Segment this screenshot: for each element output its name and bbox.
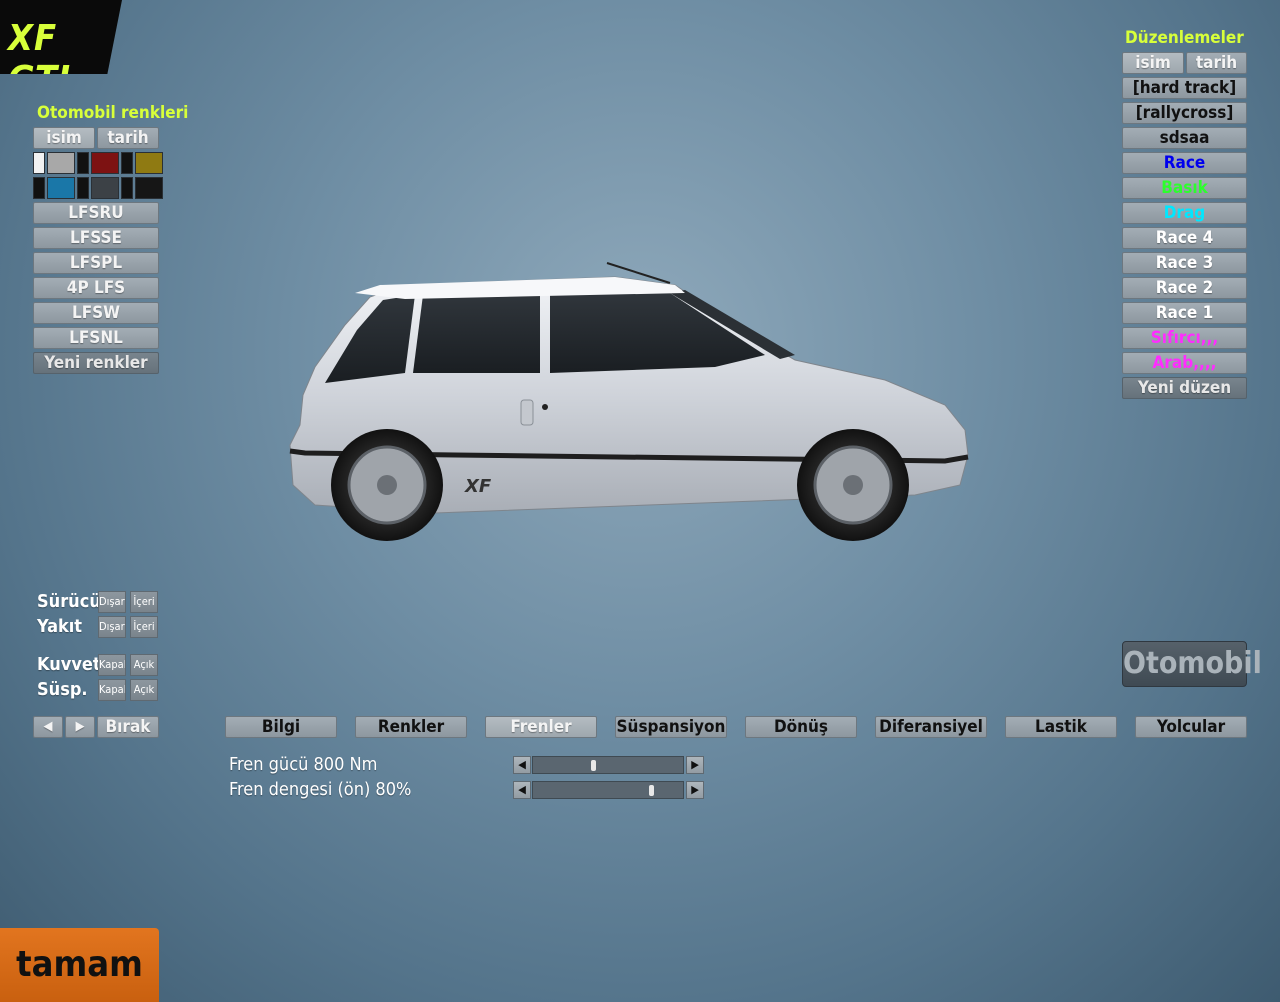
tab-7[interactable]: Lastik <box>1005 716 1117 738</box>
car-preview: XF <box>289 262 969 541</box>
tab-2[interactable]: Renkler <box>355 716 467 738</box>
setup-item[interactable]: Sıfırcı,,, <box>1122 327 1247 349</box>
tab-1[interactable]: Bilgi <box>225 716 337 738</box>
color-preset-item[interactable]: LFSNL <box>33 327 159 349</box>
fuel-in-button[interactable]: İçeri <box>130 616 158 638</box>
tab-4[interactable]: Süspansiyon <box>615 716 727 738</box>
force-on-button[interactable]: Açık <box>130 654 158 676</box>
setup-item[interactable]: Race 4 <box>1122 227 1247 249</box>
color-swatch[interactable] <box>135 152 163 174</box>
car-model-badge: XF <box>464 476 492 497</box>
fuel-out-button[interactable]: Dışarı <box>98 616 126 638</box>
colors-sort-date-button[interactable]: tarih <box>97 127 159 149</box>
tab-5[interactable]: Dönüş <box>745 716 857 738</box>
color-swatch[interactable] <box>91 177 119 199</box>
color-swatch[interactable] <box>47 177 75 199</box>
color-swatch[interactable] <box>77 177 89 199</box>
fuel-label: Yakıt <box>37 616 83 637</box>
color-preset-item[interactable]: LFSSE <box>33 227 159 249</box>
setup-item[interactable]: Race 1 <box>1122 302 1247 324</box>
brake-balance-label: Fren dengesi (ön) 80% <box>229 779 412 800</box>
tab-8[interactable]: Yolcular <box>1135 716 1247 738</box>
color-swatch[interactable] <box>91 152 119 174</box>
color-swatch[interactable] <box>33 152 45 174</box>
color-swatch[interactable] <box>121 152 133 174</box>
brake-force-thumb[interactable] <box>591 760 596 771</box>
color-swatch[interactable] <box>77 152 89 174</box>
new-setup-button[interactable]: Yeni düzen <box>1122 377 1247 399</box>
new-colors-button[interactable]: Yeni renkler <box>33 352 159 374</box>
car-title: XF GTI <box>8 18 72 100</box>
setup-item[interactable]: Race 2 <box>1122 277 1247 299</box>
setup-item[interactable]: sdsaa <box>1122 127 1247 149</box>
driver-out-button[interactable]: Dışarı <box>98 591 126 613</box>
color-swatch[interactable] <box>47 152 75 174</box>
color-swatch[interactable] <box>33 177 45 199</box>
color-swatch[interactable] <box>135 177 163 199</box>
force-off-button[interactable]: Kapalı <box>98 654 126 676</box>
brake-force-increase-icon[interactable]: ▶ <box>686 756 704 774</box>
setup-item[interactable]: Arab,,,, <box>1122 352 1247 374</box>
color-preset-item[interactable]: LFSPL <box>33 252 159 274</box>
setup-item[interactable]: Drag <box>1122 202 1247 224</box>
susp-off-button[interactable]: Kapalı <box>98 679 126 701</box>
brake-force-slider[interactable] <box>532 756 684 774</box>
tab-6[interactable]: Diferansiyel <box>875 716 987 738</box>
colors-header: Otomobil renkleri <box>37 103 189 123</box>
setup-item[interactable]: Race <box>1122 152 1247 174</box>
driver-in-button[interactable]: İçeri <box>130 591 158 613</box>
color-preset-item[interactable]: LFSRU <box>33 202 159 224</box>
setup-item[interactable]: [rallycross] <box>1122 102 1247 124</box>
brake-force-label: Fren gücü 800 Nm <box>229 754 378 775</box>
tab-3[interactable]: Frenler <box>485 716 597 738</box>
setups-sort-date-button[interactable]: tarih <box>1186 52 1247 74</box>
setups-sort-name-button[interactable]: isim <box>1122 52 1184 74</box>
color-preset-item[interactable]: 4P LFS <box>33 277 159 299</box>
colors-sort-name-button[interactable]: isim <box>33 127 95 149</box>
setup-item[interactable]: [hard track] <box>1122 77 1247 99</box>
prev-arrow-icon[interactable]: ◀ <box>33 716 63 738</box>
setups-header: Düzenlemeler <box>1125 28 1244 48</box>
setup-item[interactable]: Race 3 <box>1122 252 1247 274</box>
susp-on-button[interactable]: Açık <box>130 679 158 701</box>
force-label: Kuvvet <box>37 654 101 675</box>
driver-label: Sürücü <box>37 591 101 612</box>
otomobil-button[interactable]: Otomobil <box>1122 641 1262 687</box>
ok-button[interactable]: tamam <box>0 928 159 1002</box>
car-title-logo: XF GTI <box>0 0 122 74</box>
color-preset-item[interactable]: LFSW <box>33 302 159 324</box>
brake-balance-thumb[interactable] <box>649 785 654 796</box>
susp-label: Süsp. <box>37 679 88 700</box>
drop-button[interactable]: Bırak <box>97 716 159 738</box>
brake-balance-increase-icon[interactable]: ▶ <box>686 781 704 799</box>
setup-item[interactable]: Basık <box>1122 177 1247 199</box>
brake-balance-slider[interactable] <box>532 781 684 799</box>
color-swatch[interactable] <box>121 177 133 199</box>
brake-force-decrease-icon[interactable]: ◀ <box>513 756 531 774</box>
next-arrow-icon[interactable]: ▶ <box>65 716 95 738</box>
brake-balance-decrease-icon[interactable]: ◀ <box>513 781 531 799</box>
